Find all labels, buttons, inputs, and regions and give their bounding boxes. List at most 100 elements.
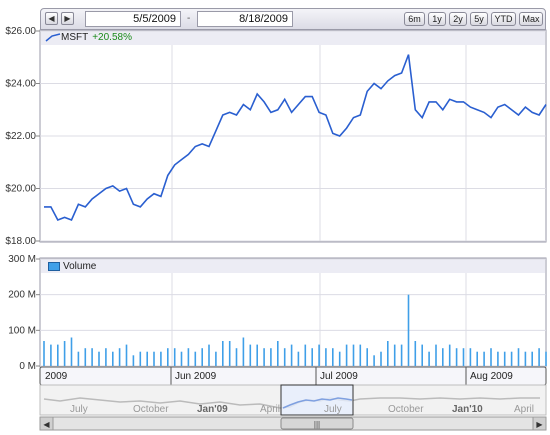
- navigator-axis-label: July: [70, 404, 88, 415]
- volume-bar: [359, 344, 362, 366]
- navigator-axis-label: April: [514, 404, 534, 415]
- volume-swatch-icon: [48, 261, 60, 271]
- timeline-label: Jul 2009: [320, 371, 358, 382]
- volume-bar: [462, 348, 465, 366]
- volume-bar: [510, 351, 513, 366]
- volume-bar: [98, 351, 100, 366]
- left-arrow-icon: ◀: [43, 420, 50, 429]
- volume-bar: [249, 344, 252, 366]
- volume-bar: [407, 294, 410, 366]
- volume-bar: [84, 348, 87, 366]
- volume-bar: [304, 344, 307, 366]
- volume-bar: [448, 344, 451, 366]
- volume-bar: [373, 355, 375, 366]
- volume-bar: [345, 344, 348, 366]
- volume-tick-label: 100 M: [8, 325, 36, 336]
- volume-bar: [242, 337, 245, 366]
- volume-bar: [153, 351, 155, 366]
- volume-tick-label: 0 M: [19, 361, 36, 372]
- volume-bar: [63, 341, 66, 366]
- timeline-label: Aug 2009: [470, 371, 513, 382]
- volume-bar: [318, 344, 320, 366]
- volume-bar: [222, 341, 224, 366]
- volume-bar: [228, 341, 231, 366]
- navigator-axis-label: October: [133, 404, 169, 415]
- navigator-axis-label: Jan'10: [452, 404, 483, 415]
- volume-bar: [469, 348, 472, 366]
- volume-bar: [352, 344, 355, 366]
- price-series-name: MSFT: [61, 32, 89, 43]
- volume-tick-label: 200 M: [8, 290, 36, 301]
- volume-bar: [173, 348, 176, 366]
- timeline-label: Jun 2009: [175, 371, 217, 382]
- volume-bar: [366, 348, 368, 366]
- volume-bar: [256, 344, 258, 366]
- volume-bar: [118, 348, 121, 366]
- volume-bar: [517, 348, 520, 366]
- volume-bar: [235, 348, 238, 366]
- timeline-label: 2009: [45, 371, 68, 382]
- price-change-percent: +20.58%: [92, 32, 132, 43]
- volume-bar: [400, 344, 403, 366]
- price-tick-label: $18.00: [5, 236, 36, 247]
- volume-tick-label: 300 M: [8, 254, 36, 265]
- volume-bar: [277, 341, 279, 366]
- price-tick-label: $24.00: [5, 79, 36, 90]
- volume-bar: [311, 348, 313, 366]
- volume-bar: [132, 355, 135, 366]
- volume-bar: [112, 351, 114, 366]
- volume-bar: [332, 348, 334, 366]
- volume-legend-band: [41, 259, 545, 273]
- volume-bar: [545, 351, 547, 366]
- navigator-axis-label: July: [324, 404, 342, 415]
- right-arrow-icon: ▶: [536, 420, 543, 429]
- volume-bar: [57, 344, 59, 366]
- volume-bar: [201, 348, 203, 366]
- price-legend: MSFT +20.58%: [45, 32, 132, 43]
- navigator-axis-label: April: [260, 404, 280, 415]
- volume-bar: [91, 348, 93, 366]
- volume-bar: [146, 351, 148, 366]
- volume-bar: [125, 344, 128, 366]
- grip-icon: |||: [314, 420, 320, 429]
- volume-bar: [421, 344, 423, 366]
- line-legend-icon: [45, 33, 61, 42]
- volume-bar: [387, 341, 389, 366]
- volume-bar: [414, 341, 417, 366]
- volume-bar: [538, 348, 540, 366]
- volume-bar: [483, 351, 485, 366]
- volume-bar: [263, 348, 265, 366]
- volume-bar: [428, 351, 430, 366]
- volume-bar: [503, 351, 506, 366]
- volume-bar: [187, 348, 190, 366]
- price-tick-label: $26.00: [5, 26, 36, 37]
- volume-bar: [476, 351, 478, 366]
- volume-bar: [490, 348, 492, 366]
- price-tick-label: $22.00: [5, 131, 36, 142]
- volume-bar: [43, 341, 45, 366]
- navigator-axis-label: October: [388, 404, 424, 415]
- volume-bar: [325, 348, 327, 366]
- volume-bar: [283, 348, 286, 366]
- volume-bar: [208, 344, 210, 366]
- volume-bar: [393, 344, 396, 366]
- volume-bar: [380, 351, 382, 366]
- volume-bar: [160, 351, 162, 366]
- volume-bar: [524, 351, 527, 366]
- volume-bar: [70, 337, 73, 366]
- volume-bar: [180, 351, 183, 366]
- volume-bar: [497, 351, 499, 366]
- navigator-axis-label: Jan'09: [197, 404, 228, 415]
- volume-bar: [194, 351, 197, 366]
- volume-series-name: Volume: [63, 261, 97, 272]
- volume-bar: [442, 348, 444, 366]
- volume-bar: [435, 344, 437, 366]
- stock-chart: $18.00 $20.00 $22.00 $24.00 $26.00 0 M 100 M 2…: [5, 26, 547, 431]
- volume-bar: [50, 344, 52, 366]
- volume-bar: [297, 351, 300, 366]
- volume-bar: [270, 348, 272, 366]
- volume-bar: [455, 348, 458, 366]
- volume-bar: [167, 348, 169, 366]
- price-tick-label: $20.00: [5, 184, 36, 195]
- volume-bar: [77, 351, 80, 366]
